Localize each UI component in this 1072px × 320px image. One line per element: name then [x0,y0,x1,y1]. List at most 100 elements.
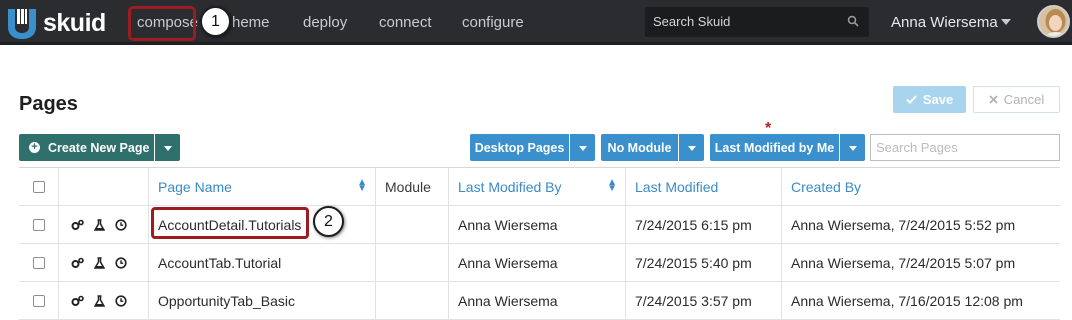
column-header-page-name[interactable]: Page Name ▲ ▼ [149,168,376,205]
search-pages-input[interactable] [871,135,1059,160]
column-header-label: Created By [791,178,862,195]
last-modified-text: 7/24/2015 5:40 pm [635,254,752,271]
column-header-last-modified[interactable]: Last Modified [626,168,782,205]
search-icon [847,15,859,27]
brand-name: skuid [43,8,106,37]
column-header-last-modified-by[interactable]: Last Modified By ▲ ▼ [449,168,626,205]
created-by-text: Anna Wiersema, 7/16/2015 12:08 pm [791,292,1023,309]
beaker-icon[interactable] [94,294,105,307]
clock-icon[interactable] [115,218,127,231]
chevron-down-icon [848,145,857,151]
row-page-name[interactable]: AccountTab.Tutorial [149,244,376,281]
search-pages-field[interactable] [870,134,1060,161]
chevron-down-icon [578,145,587,151]
row-checkbox[interactable] [33,256,45,269]
select-all-cell [19,168,59,205]
filter-desktop-pages-button[interactable]: Desktop Pages [470,134,569,161]
pages-table: Page Name ▲ ▼ Module Last Modified By ▲ ▼ … [19,167,1060,320]
callout-badge-1: 1 [200,6,231,37]
row-module [376,282,449,319]
column-header-label: Module [385,178,431,195]
plus-circle-icon: + [29,142,40,153]
row-last-modified: 7/24/2015 3:57 pm [626,282,782,319]
callout-badge-2: 2 [313,206,344,237]
beaker-icon[interactable] [94,256,105,269]
cancel-button[interactable]: Cancel [973,86,1060,113]
user-menu-caret-icon[interactable] [1001,19,1011,25]
chevron-down-icon [687,145,696,151]
row-select-cell [19,282,59,319]
checkmark-icon [906,95,917,104]
row-actions-cell [59,206,149,243]
nav-theme[interactable]: heme [232,14,270,31]
page-name-text: OpportunityTab_Basic [158,292,295,309]
save-button[interactable]: Save [893,86,966,113]
row-last-modified: 7/24/2015 6:15 pm [626,206,782,243]
page-name-text: AccountTab.Tutorial [158,254,282,271]
gears-icon[interactable] [71,257,84,269]
column-header-label: Last Modified By [458,178,562,195]
sort-icon[interactable]: ▲ ▼ [607,178,617,194]
row-checkbox[interactable] [33,294,45,307]
page-name-highlight-box [151,207,309,239]
create-page-dropdown-button[interactable] [155,134,180,161]
row-actions-cell [59,244,149,281]
skuid-search-input[interactable]: Search Skuid [645,7,869,37]
chevron-down-icon [163,145,172,151]
created-by-text: Anna Wiersema, 7/24/2015 5:52 pm [791,216,1016,233]
gears-icon[interactable] [71,295,84,307]
skuid-pages-screen: skuid compose heme deploy connect config… [0,0,1072,320]
row-page-name[interactable]: OpportunityTab_Basic [149,282,376,319]
last-modified-text: 7/24/2015 6:15 pm [635,216,752,233]
create-new-page-button[interactable]: + Create New Page [19,134,154,161]
close-icon [989,95,998,104]
gears-icon[interactable] [71,219,84,231]
row-module [376,244,449,281]
user-menu-name[interactable]: Anna Wiersema [891,14,998,31]
column-header-label: Page Name [158,178,232,195]
row-select-cell [19,206,59,243]
clock-icon[interactable] [115,294,127,307]
nav-connect[interactable]: connect [379,14,432,31]
save-button-label: Save [922,92,954,107]
cancel-button-label: Cancel [1003,92,1045,107]
last-modified-by-text: Anna Wiersema [458,216,558,233]
last-modified-text: 7/24/2015 3:57 pm [635,292,752,309]
row-checkbox[interactable] [33,218,45,231]
created-by-text: Anna Wiersema, 7/24/2015 5:07 pm [791,254,1016,271]
row-created-by: Anna Wiersema, 7/24/2015 5:52 pm [782,206,1060,243]
filter-module-label: No Module [607,140,672,155]
beaker-icon[interactable] [94,218,105,231]
row-actions-cell [59,282,149,319]
row-created-by: Anna Wiersema, 7/24/2015 5:07 pm [782,244,1060,281]
last-modified-by-text: Anna Wiersema [458,254,558,271]
row-module [376,206,449,243]
sort-icon[interactable]: ▲ ▼ [357,178,367,194]
select-all-checkbox[interactable] [33,180,45,193]
row-created-by: Anna Wiersema, 7/16/2015 12:08 pm [782,282,1060,319]
table-row[interactable]: OpportunityTab_Basic Anna Wiersema 7/24/… [19,282,1060,320]
filter-desktop-pages-dropdown[interactable] [570,134,595,161]
nav-deploy[interactable]: deploy [303,14,347,31]
filter-last-modified-label: Last Modified by Me [714,140,835,155]
filter-module-dropdown[interactable] [679,134,704,161]
create-new-page-label: Create New Page [48,140,150,155]
page-title: Pages [19,93,78,115]
table-row[interactable]: AccountTab.Tutorial Anna Wiersema 7/24/2… [19,244,1060,282]
row-last-modified-by: Anna Wiersema [449,206,626,243]
last-modified-by-text: Anna Wiersema [458,292,558,309]
actions-header [59,168,149,205]
skuid-logo[interactable]: skuid [6,5,106,41]
row-last-modified-by: Anna Wiersema [449,244,626,281]
compose-highlight-box [128,6,196,41]
filter-last-modified-button[interactable]: Last Modified by Me [710,134,839,161]
row-last-modified-by: Anna Wiersema [449,282,626,319]
nav-configure[interactable]: configure [462,14,524,31]
filter-last-modified-dropdown[interactable] [840,134,865,161]
column-header-created-by[interactable]: Created By [782,168,1060,205]
row-select-cell [19,244,59,281]
user-avatar[interactable] [1037,5,1070,38]
clock-icon[interactable] [115,256,127,269]
skuid-search-placeholder: Search Skuid [653,14,731,29]
filter-module-button[interactable]: No Module [601,134,678,161]
